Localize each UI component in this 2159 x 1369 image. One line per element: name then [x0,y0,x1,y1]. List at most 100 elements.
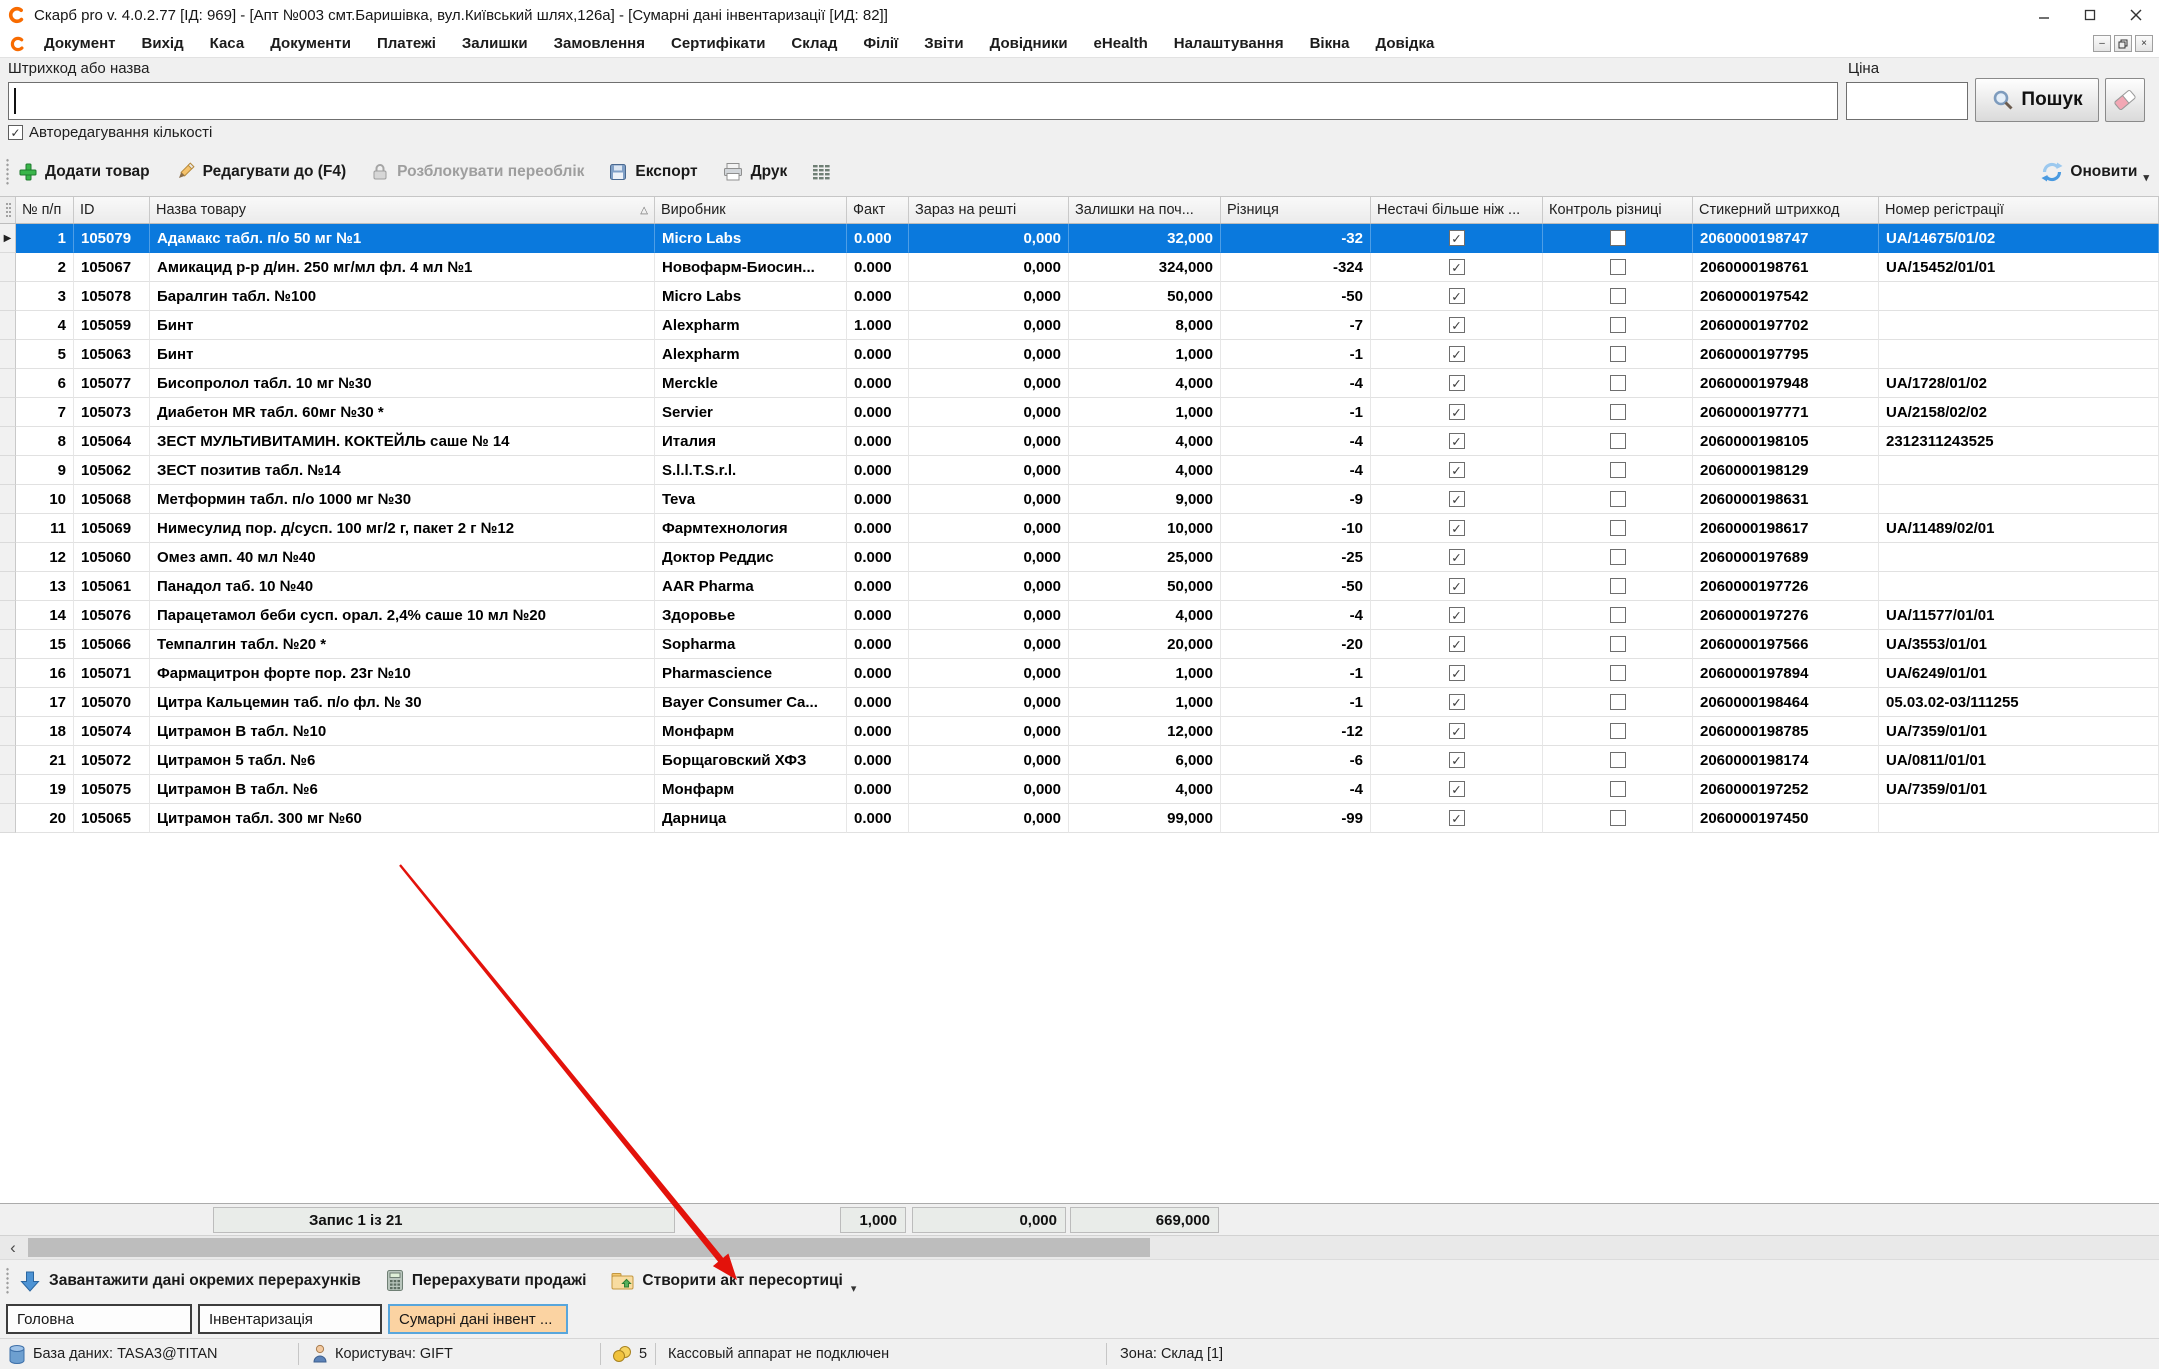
shortage-checkbox[interactable]: ✓ [1449,810,1465,826]
column-header-shortage_checked[interactable]: Нестачі більше ніж ... [1371,197,1543,223]
mdi-minimize-button[interactable]: – [2093,35,2111,52]
table-row[interactable]: ▶1105079Адамакс табл. п/о 50 мг №1Micro … [0,224,2159,253]
refresh-caret-icon[interactable]: ▾ [2143,171,2149,184]
tab-2[interactable]: Інвентаризація [198,1304,382,1334]
shortage-checkbox[interactable]: ✓ [1449,317,1465,333]
column-header-manufacturer[interactable]: Виробник [655,197,847,223]
menu-item-16[interactable]: Довідка [1376,35,1435,52]
shortage-checkbox[interactable]: ✓ [1449,259,1465,275]
shortage-checkbox[interactable]: ✓ [1449,520,1465,536]
shortage-checkbox[interactable]: ✓ [1449,375,1465,391]
control-checkbox[interactable] [1610,491,1626,507]
table-row[interactable]: 20105065Цитрамон табл. 300 мг №60Дарница… [0,804,2159,833]
control-checkbox[interactable] [1610,810,1626,826]
menu-item-4[interactable]: Документи [270,35,351,52]
load-recounts-button[interactable]: Завантажити дані окремих перерахунків [18,1269,361,1293]
menu-item-1[interactable]: Документ [44,35,116,52]
table-row[interactable]: 6105077Бисопролол табл. 10 мг №30Merckle… [0,369,2159,398]
menu-item-15[interactable]: Вікна [1310,35,1350,52]
column-header-name[interactable]: Назва товару△ [150,197,655,223]
column-header-id[interactable]: ID [74,197,150,223]
table-row[interactable]: 15105066Темпалгин табл. №20 *Sopharma0.0… [0,630,2159,659]
table-row[interactable]: 12105060Омез амп. 40 мл №40Доктор Реддис… [0,543,2159,572]
menu-item-9[interactable]: Склад [791,35,837,52]
shortage-checkbox[interactable]: ✓ [1449,723,1465,739]
column-header-n[interactable]: № п/п [16,197,74,223]
column-header-now_on_rest[interactable]: Зараз на решті [909,197,1069,223]
shortage-checkbox[interactable]: ✓ [1449,578,1465,594]
menu-item-10[interactable]: Філії [863,35,898,52]
control-checkbox[interactable] [1610,462,1626,478]
create-act-caret-icon[interactable]: ▾ [851,1282,857,1295]
table-row[interactable]: 8105064ЗЕСТ МУЛЬТИВИТАМИН. КОКТЕЙЛЬ саше… [0,427,2159,456]
table-row[interactable]: 18105074Цитрамон В табл. №10Монфарм0.000… [0,717,2159,746]
table-row[interactable]: 21105072Цитрамон 5 табл. №6Борщаговский … [0,746,2159,775]
control-checkbox[interactable] [1610,694,1626,710]
menu-item-8[interactable]: Сертифікати [671,35,765,52]
menu-item-7[interactable]: Замовлення [554,35,645,52]
menu-item-13[interactable]: eHealth [1094,35,1148,52]
mdi-close-button[interactable]: × [2135,35,2153,52]
column-header-fact[interactable]: Факт [847,197,909,223]
control-checkbox[interactable] [1610,346,1626,362]
control-checkbox[interactable] [1610,317,1626,333]
shortage-checkbox[interactable]: ✓ [1449,549,1465,565]
search-button[interactable]: Пошук [1975,78,2099,122]
control-checkbox[interactable] [1610,578,1626,594]
control-checkbox[interactable] [1610,549,1626,565]
table-row[interactable]: 2105067Амикацид р-р д/ин. 250 мг/мл фл. … [0,253,2159,282]
column-header-start_balance[interactable]: Залишки на поч... [1069,197,1221,223]
table-row[interactable]: 17105070Цитра Кальцемин таб. п/о фл. № 3… [0,688,2159,717]
control-checkbox[interactable] [1610,520,1626,536]
tab-1[interactable]: Головна [6,1304,192,1334]
refresh-button[interactable]: Оновити ▾ [2040,160,2149,184]
table-row[interactable]: 7105073Диабетон MR табл. 60мг №30 *Servi… [0,398,2159,427]
column-settings-button[interactable] [811,163,831,181]
shortage-checkbox[interactable]: ✓ [1449,230,1465,246]
table-row[interactable]: 3105078Баралгин табл. №100Micro Labs0.00… [0,282,2159,311]
shortage-checkbox[interactable]: ✓ [1449,346,1465,362]
control-checkbox[interactable] [1610,636,1626,652]
menu-item-12[interactable]: Довідники [990,35,1068,52]
shortage-checkbox[interactable]: ✓ [1449,694,1465,710]
table-row[interactable]: 5105063БинтAlexpharm0.0000,0001,000-1✓20… [0,340,2159,369]
table-row[interactable]: 11105069Нимесулид пор. д/сусп. 100 мг/2 … [0,514,2159,543]
column-header-difference[interactable]: Різниця [1221,197,1371,223]
table-row[interactable]: 10105068Метформин табл. п/о 1000 мг №30T… [0,485,2159,514]
shortage-checkbox[interactable]: ✓ [1449,752,1465,768]
create-resort-act-button[interactable]: Створити акт пересортиці [610,1270,842,1291]
control-checkbox[interactable] [1610,433,1626,449]
shortage-checkbox[interactable]: ✓ [1449,404,1465,420]
shortage-checkbox[interactable]: ✓ [1449,607,1465,623]
control-checkbox[interactable] [1610,404,1626,420]
unlock-recount-button[interactable]: Розблокувати переоблік [370,162,584,182]
add-item-button[interactable]: Додати товар [18,162,150,182]
window-maximize-button[interactable] [2067,0,2113,30]
export-button[interactable]: Експорт [608,162,697,182]
column-header-sticker_barcode[interactable]: Стикерний штрихкод [1693,197,1879,223]
scrollbar-thumb[interactable] [28,1238,1150,1257]
print-button[interactable]: Друк [722,162,788,182]
table-row[interactable]: 16105071Фармацитрон форте пор. 23г №10Ph… [0,659,2159,688]
table-row[interactable]: 14105076Парацетамол беби сусп. орал. 2,4… [0,601,2159,630]
shortage-checkbox[interactable]: ✓ [1449,665,1465,681]
shortage-checkbox[interactable]: ✓ [1449,636,1465,652]
control-checkbox[interactable] [1610,781,1626,797]
tab-3[interactable]: Сумарні дані інвент ... [388,1304,568,1334]
shortage-checkbox[interactable]: ✓ [1449,288,1465,304]
table-row[interactable]: 13105061Панадол таб. 10 №40AAR Pharma0.0… [0,572,2159,601]
row-indicator-header[interactable] [0,197,16,223]
scroll-left-arrow-icon[interactable]: ‹ [2,1236,24,1260]
control-checkbox[interactable] [1610,607,1626,623]
menu-item-14[interactable]: Налаштування [1174,35,1284,52]
menu-item-2[interactable]: Вихід [142,35,184,52]
column-header-control_checked[interactable]: Контроль різниці [1543,197,1693,223]
control-checkbox[interactable] [1610,259,1626,275]
control-checkbox[interactable] [1610,230,1626,246]
control-checkbox[interactable] [1610,288,1626,304]
recalculate-sales-button[interactable]: Перерахувати продажі [385,1269,587,1292]
window-minimize-button[interactable] [2021,0,2067,30]
autofix-quantity-checkbox[interactable]: ✓ Авторедагування кількості [8,124,212,141]
shortage-checkbox[interactable]: ✓ [1449,491,1465,507]
barcode-search-input[interactable] [8,82,1838,120]
